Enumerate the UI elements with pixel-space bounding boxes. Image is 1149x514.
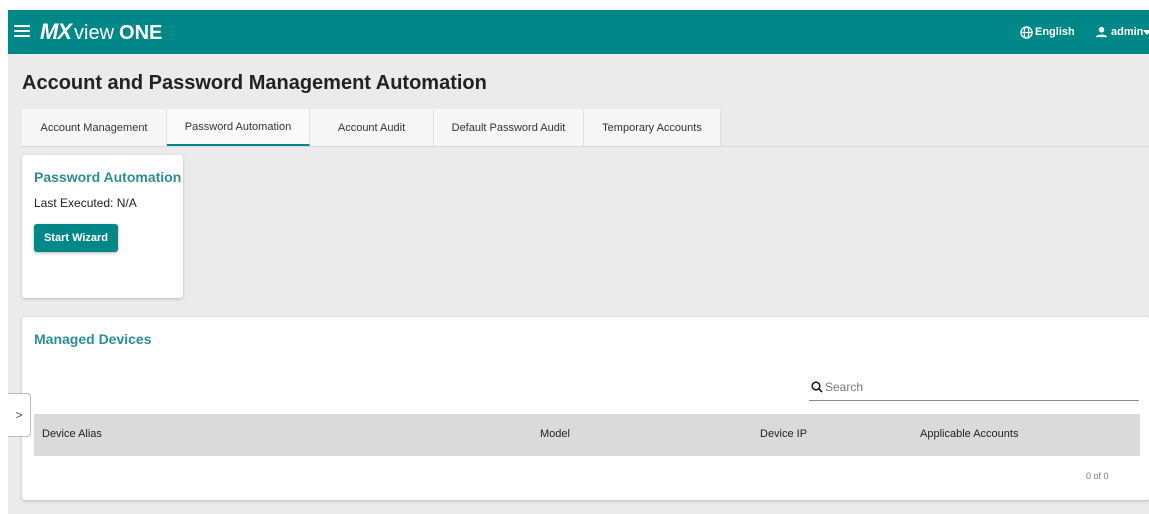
page-title: Account and Password Management Automati… (22, 72, 487, 94)
chevron-down-icon (1143, 30, 1149, 35)
tab-temporary-accounts[interactable]: Temporary Accounts (584, 109, 721, 146)
table-header: Device Alias Model Device IP Applicable … (34, 414, 1140, 456)
user-menu[interactable]: admin (1095, 22, 1149, 42)
language-label: English (1035, 26, 1075, 38)
chevron-right-icon: > (15, 408, 23, 422)
menu-icon[interactable] (14, 23, 30, 37)
column-device-alias[interactable]: Device Alias (42, 428, 102, 440)
password-automation-card: Password Automation Last Executed: N/A S… (22, 155, 183, 298)
search-input[interactable] (825, 377, 1125, 397)
managed-devices-title: Managed Devices (34, 331, 152, 347)
tab-default-password-audit[interactable]: Default Password Audit (434, 109, 584, 146)
column-applicable-accounts[interactable]: Applicable Accounts (920, 428, 1018, 440)
language-selector[interactable]: English (1020, 22, 1075, 42)
pagination-range: 0 of 0 (1086, 471, 1109, 481)
tab-bar: Account Management Password Automation A… (22, 109, 721, 146)
user-icon (1095, 26, 1108, 38)
search-box (809, 371, 1139, 401)
logo-mx: MX (40, 19, 72, 44)
tab-account-audit[interactable]: Account Audit (310, 109, 434, 146)
search-icon (811, 381, 823, 393)
logo-view: view (74, 22, 115, 44)
app-logo[interactable]: MX view ONE (40, 19, 162, 45)
tab-password-automation[interactable]: Password Automation (167, 109, 310, 146)
start-wizard-button[interactable]: Start Wizard (34, 224, 118, 252)
app-window: MX view ONE English admin Account and Pa… (8, 10, 1149, 514)
globe-icon (1020, 25, 1033, 39)
column-device-ip[interactable]: Device IP (760, 428, 807, 440)
managed-devices-card: Managed Devices Device Alias Model Devic… (22, 317, 1149, 500)
password-automation-title: Password Automation (34, 169, 182, 185)
last-executed-text: Last Executed: N/A (34, 196, 137, 210)
top-bar: MX view ONE English admin (8, 10, 1149, 54)
sidebar-expand-button[interactable]: > (8, 393, 31, 437)
logo-one: ONE (119, 22, 163, 44)
tab-divider (22, 146, 1149, 147)
column-model[interactable]: Model (540, 428, 570, 440)
tab-account-management[interactable]: Account Management (22, 109, 167, 146)
user-name: admin (1111, 26, 1144, 38)
